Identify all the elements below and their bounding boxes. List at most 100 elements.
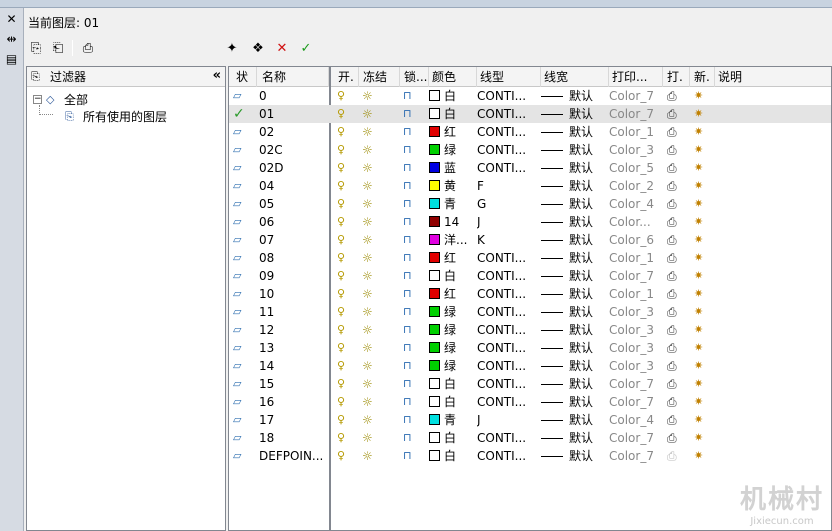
pin-icon[interactable]: ⇹ [2, 30, 22, 48]
layer-color[interactable]: 青 [429, 195, 475, 213]
layer-lineweight[interactable]: 默认 [541, 321, 607, 339]
current-layer-check-icon[interactable]: ✓ [233, 105, 255, 123]
printer-icon[interactable]: ⎙ [667, 339, 685, 357]
new-vp-freeze-icon[interactable]: ✷ [694, 177, 712, 195]
layer-color[interactable]: 绿 [429, 141, 475, 159]
layer-linetype[interactable]: CONTI... [477, 123, 539, 141]
layer-linetype[interactable]: CONTI... [477, 141, 539, 159]
column-header[interactable]: 冻结 [360, 67, 400, 87]
layer-linetype[interactable]: G [477, 195, 539, 213]
layer-color[interactable]: 红 [429, 285, 475, 303]
layer-linetype[interactable]: CONTI... [477, 249, 539, 267]
on-lightbulb-icon[interactable]: ♀ [337, 375, 353, 393]
lock-icon[interactable]: ⊓ [403, 339, 421, 357]
layer-row[interactable]: ▱ 0 ♀ ☼ ⊓ 白 CONTI... 默认 Color_7 ⎙ ✷ [229, 87, 831, 105]
layer-lineweight[interactable]: 默认 [541, 249, 607, 267]
set-current-icon[interactable]: ✓ [296, 38, 316, 58]
printer-icon[interactable]: ⎙ [667, 447, 685, 465]
layer-row[interactable]: ▱ 13 ♀ ☼ ⊓ 绿 CONTI... 默认 Color_3 ⎙ ✷ [229, 339, 831, 357]
column-header[interactable]: 锁... [401, 67, 429, 87]
freeze-sun-icon[interactable]: ☼ [362, 249, 382, 267]
layer-name[interactable]: 02C [259, 141, 331, 159]
layer-color[interactable]: 白 [429, 375, 475, 393]
layer-linetype[interactable]: CONTI... [477, 321, 539, 339]
layer-color[interactable]: 绿 [429, 321, 475, 339]
layer-linetype[interactable]: CONTI... [477, 393, 539, 411]
freeze-sun-icon[interactable]: ☼ [362, 285, 382, 303]
on-lightbulb-icon[interactable]: ♀ [337, 357, 353, 375]
on-lightbulb-icon[interactable]: ♀ [337, 303, 353, 321]
freeze-sun-icon[interactable]: ☼ [362, 195, 382, 213]
new-vp-freeze-icon[interactable]: ✷ [694, 159, 712, 177]
lock-icon[interactable]: ⊓ [403, 393, 421, 411]
printer-icon[interactable]: ⎙ [667, 159, 685, 177]
column-header[interactable]: 打印... [609, 67, 663, 87]
freeze-sun-icon[interactable]: ☼ [362, 357, 382, 375]
layer-name[interactable]: 04 [259, 177, 331, 195]
layer-row[interactable]: ▱ 05 ♀ ☼ ⊓ 青 G 默认 Color_4 ⎙ ✷ [229, 195, 831, 213]
column-header[interactable]: 说明 [715, 67, 831, 87]
layer-status-icon[interactable]: ▱ [233, 195, 255, 213]
printer-icon[interactable]: ⎙ [667, 249, 685, 267]
column-header[interactable]: 线型 [477, 67, 541, 87]
on-lightbulb-icon[interactable]: ♀ [337, 105, 353, 123]
layer-status-icon[interactable]: ▱ [233, 447, 255, 465]
layer-status-icon[interactable]: ▱ [233, 429, 255, 447]
printer-icon[interactable]: ⎙ [667, 429, 685, 447]
layer-lineweight[interactable]: 默认 [541, 339, 607, 357]
layer-lineweight[interactable]: 默认 [541, 267, 607, 285]
layer-row[interactable]: ▱ 11 ♀ ☼ ⊓ 绿 CONTI... 默认 Color_3 ⎙ ✷ [229, 303, 831, 321]
layer-row[interactable]: ▱ 06 ♀ ☼ ⊓ 14 J 默认 Color... ⎙ ✷ [229, 213, 831, 231]
lock-icon[interactable]: ⊓ [403, 87, 421, 105]
layer-status-icon[interactable]: ▱ [233, 357, 255, 375]
freeze-sun-icon[interactable]: ☼ [362, 411, 382, 429]
layer-status-icon[interactable]: ▱ [233, 141, 255, 159]
layer-color[interactable]: 白 [429, 105, 475, 123]
printer-icon[interactable]: ⎙ [667, 267, 685, 285]
layer-lineweight[interactable]: 默认 [541, 123, 607, 141]
new-vp-freeze-icon[interactable]: ✷ [694, 231, 712, 249]
freeze-sun-icon[interactable]: ☼ [362, 321, 382, 339]
printer-icon[interactable]: ⎙ [667, 141, 685, 159]
new-vp-freeze-icon[interactable]: ✷ [694, 87, 712, 105]
layer-status-icon[interactable]: ▱ [233, 159, 255, 177]
on-lightbulb-icon[interactable]: ♀ [337, 159, 353, 177]
freeze-sun-icon[interactable]: ☼ [362, 447, 382, 465]
lock-icon[interactable]: ⊓ [403, 429, 421, 447]
lock-icon[interactable]: ⊓ [403, 231, 421, 249]
on-lightbulb-icon[interactable]: ♀ [337, 321, 353, 339]
on-lightbulb-icon[interactable]: ♀ [337, 249, 353, 267]
layer-lineweight[interactable]: 默认 [541, 213, 607, 231]
layer-name[interactable]: 02D [259, 159, 331, 177]
layer-row[interactable]: ▱ 02D ♀ ☼ ⊓ 蓝 CONTI... 默认 Color_5 ⎙ ✷ [229, 159, 831, 177]
new-vp-freeze-icon[interactable]: ✷ [694, 105, 712, 123]
new-vp-freeze-icon[interactable]: ✷ [694, 141, 712, 159]
freeze-sun-icon[interactable]: ☼ [362, 213, 382, 231]
layer-lineweight[interactable]: 默认 [541, 195, 607, 213]
layer-color[interactable]: 绿 [429, 303, 475, 321]
layer-plot-style[interactable]: Color_1 [609, 285, 663, 303]
printer-icon[interactable]: ⎙ [667, 231, 685, 249]
new-vp-freeze-icon[interactable]: ✷ [694, 393, 712, 411]
layer-plot-style[interactable]: Color... [609, 213, 663, 231]
column-header[interactable]: 线宽 [541, 67, 609, 87]
column-header[interactable]: 颜色 [429, 67, 477, 87]
layer-status-icon[interactable]: ▱ [233, 285, 255, 303]
layer-row[interactable]: ✓ 01 ♀ ☼ ⊓ 白 CONTI... 默认 Color_7 ⎙ ✷ [229, 105, 831, 123]
layer-row[interactable]: ▱ 09 ♀ ☼ ⊓ 白 CONTI... 默认 Color_7 ⎙ ✷ [229, 267, 831, 285]
layer-row[interactable]: ▱ 07 ♀ ☼ ⊓ 洋... K 默认 Color_6 ⎙ ✷ [229, 231, 831, 249]
on-lightbulb-icon[interactable]: ♀ [337, 141, 353, 159]
layer-row[interactable]: ▱ 08 ♀ ☼ ⊓ 红 CONTI... 默认 Color_1 ⎙ ✷ [229, 249, 831, 267]
layer-name[interactable]: 14 [259, 357, 331, 375]
printer-icon[interactable]: ⎙ [667, 123, 685, 141]
layer-plot-style[interactable]: Color_3 [609, 357, 663, 375]
lock-icon[interactable]: ⊓ [403, 213, 421, 231]
layer-row[interactable]: ▱ 16 ♀ ☼ ⊓ 白 CONTI... 默认 Color_7 ⎙ ✷ [229, 393, 831, 411]
layer-plot-style[interactable]: Color_1 [609, 123, 663, 141]
new-vp-freeze-icon[interactable]: ✷ [694, 321, 712, 339]
layer-row[interactable]: ▱ 02C ♀ ☼ ⊓ 绿 CONTI... 默认 Color_3 ⎙ ✷ [229, 141, 831, 159]
new-vp-freeze-icon[interactable]: ✷ [694, 195, 712, 213]
layer-color[interactable]: 洋... [429, 231, 475, 249]
new-vp-freeze-icon[interactable]: ✷ [694, 339, 712, 357]
layer-lineweight[interactable]: 默认 [541, 429, 607, 447]
